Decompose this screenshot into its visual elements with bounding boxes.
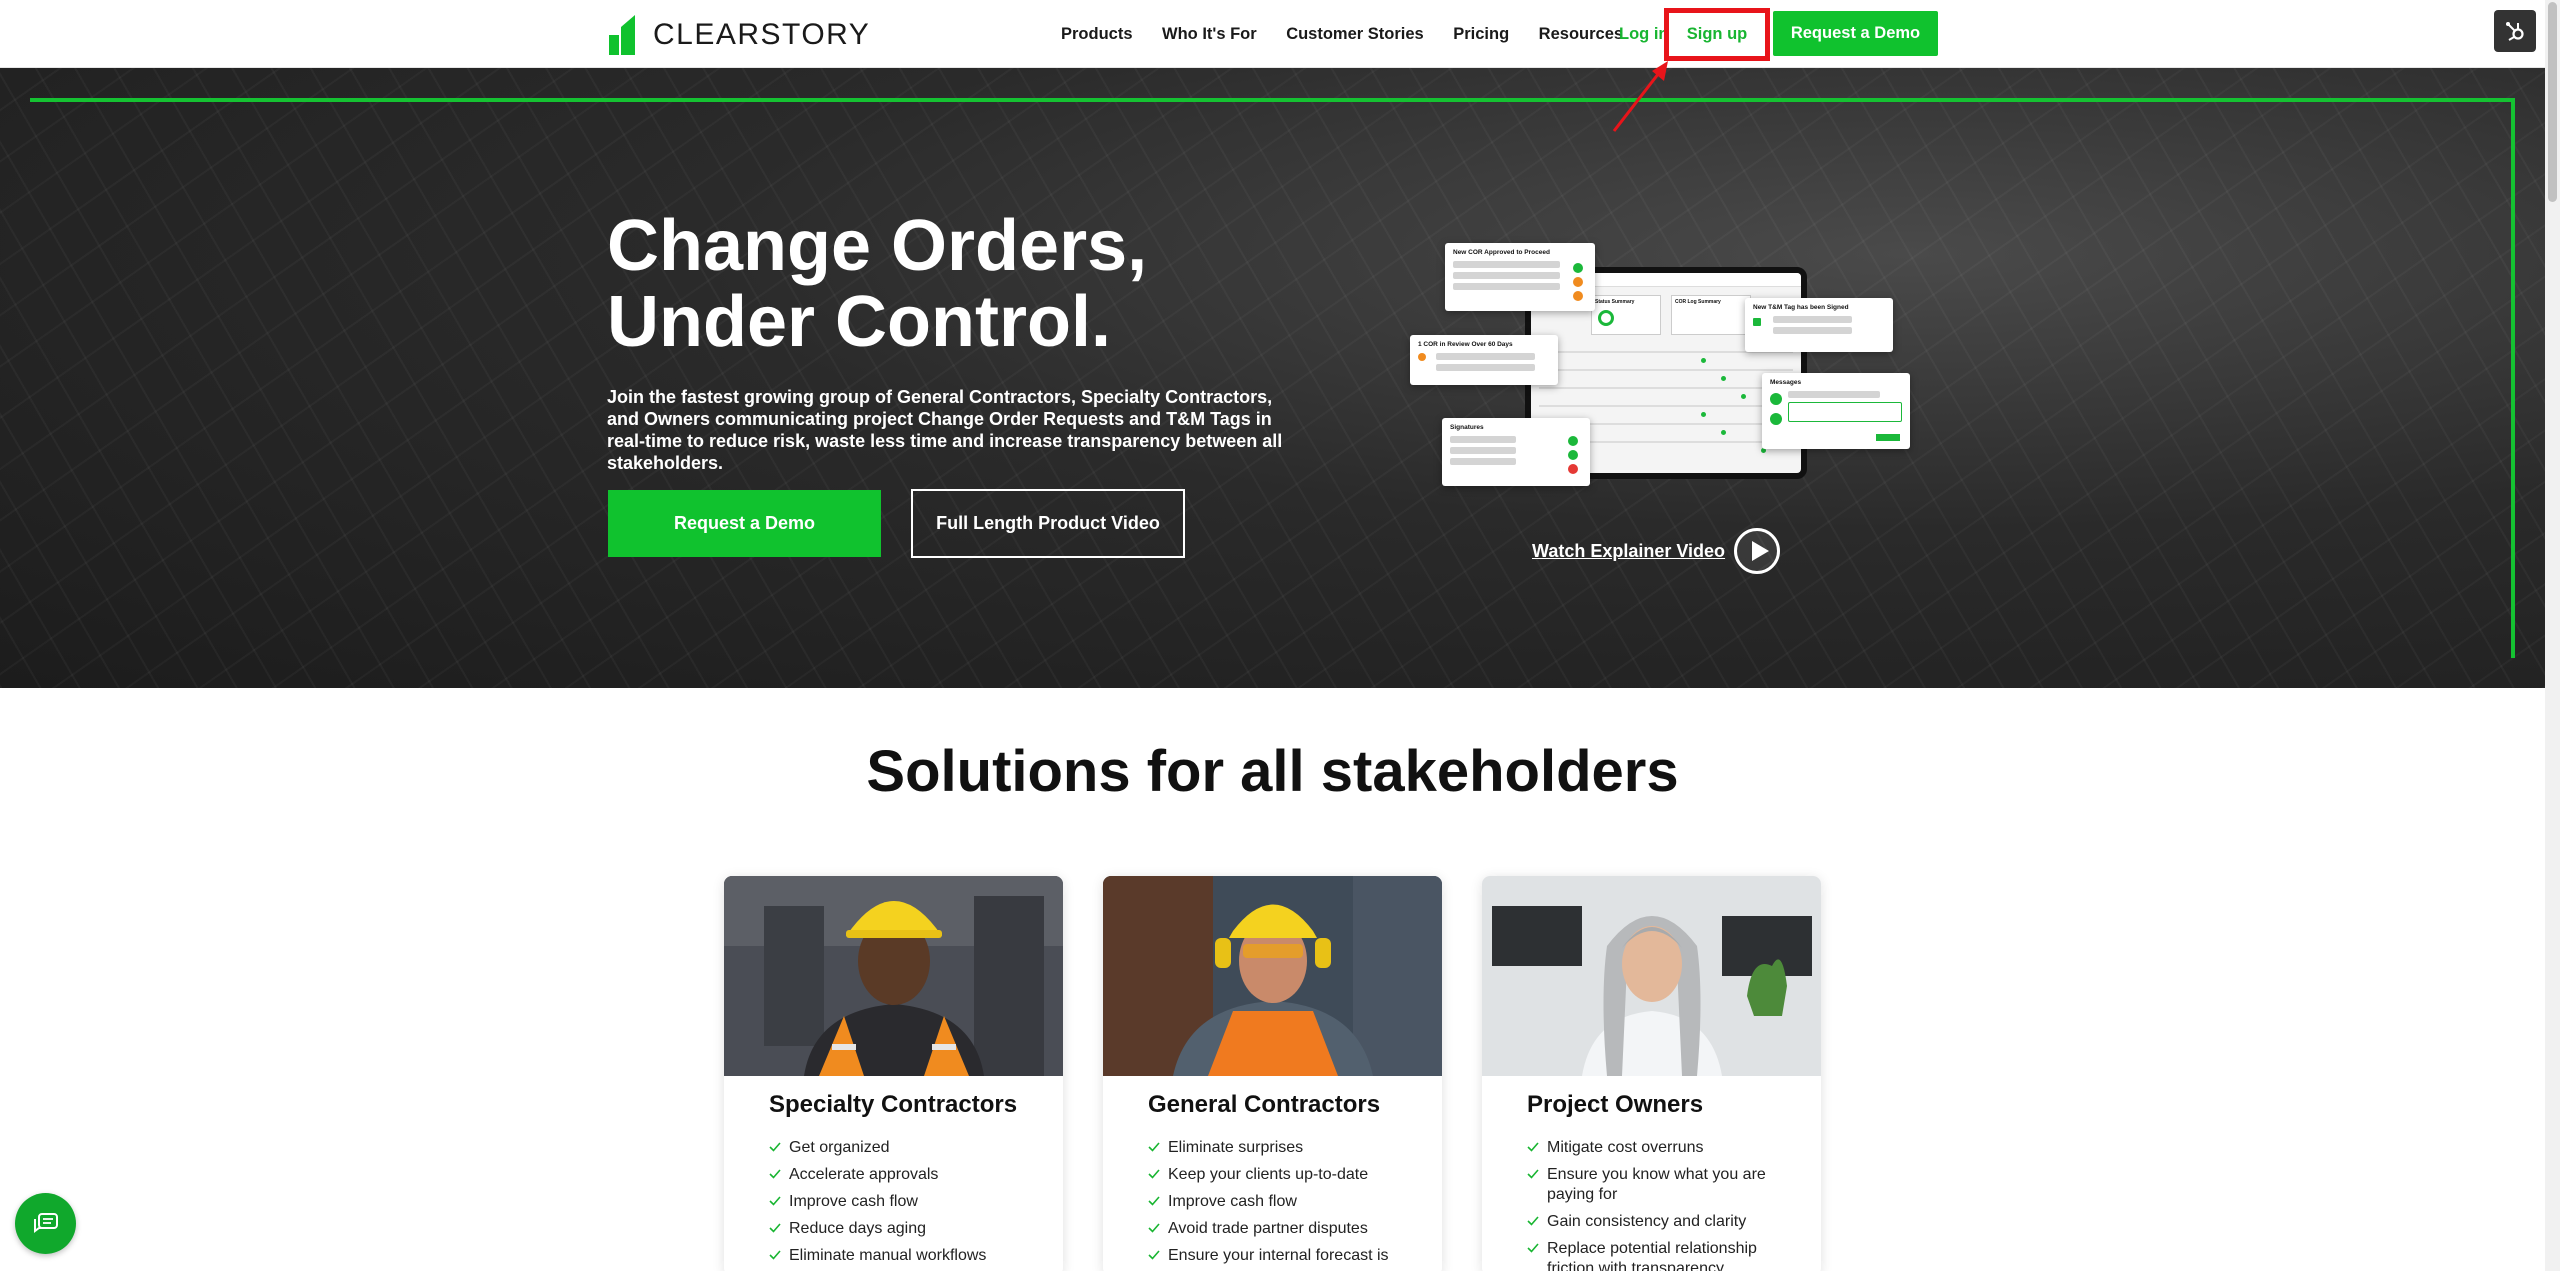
solution-card-specialty-contractors[interactable]: Specialty Contractors Get organized Acce… xyxy=(724,876,1063,1271)
list-item: Improve cash flow xyxy=(1148,1192,1418,1212)
check-icon xyxy=(769,1169,781,1179)
hero-request-demo-button[interactable]: Request a Demo xyxy=(608,490,881,557)
general-contractor-photo xyxy=(1103,876,1442,1076)
list-item: Accelerate approvals xyxy=(769,1165,1039,1185)
check-icon xyxy=(1527,1169,1539,1179)
list-item: Get organized xyxy=(769,1138,1039,1158)
check-icon xyxy=(1527,1142,1539,1152)
site-header: CLEARSTORY Products Who It's For Custome… xyxy=(0,0,2545,68)
hero-title-line-1: Change Orders, xyxy=(607,206,1148,286)
solution-card-general-contractors[interactable]: General Contractors Eliminate surprises … xyxy=(1103,876,1442,1271)
check-icon xyxy=(769,1142,781,1152)
nav-products[interactable]: Products xyxy=(1061,25,1133,44)
check-icon xyxy=(1527,1216,1539,1226)
mockup-card-cor-approved: New COR Approved to Proceed xyxy=(1445,243,1595,311)
nav-who-its-for[interactable]: Who It's For xyxy=(1162,25,1257,44)
check-icon xyxy=(1148,1196,1160,1206)
clearstory-logo[interactable]: CLEARSTORY xyxy=(607,14,870,56)
list-item: Ensure you know what you are paying for xyxy=(1527,1165,1797,1205)
page-scrollbar[interactable] xyxy=(2545,0,2560,1271)
chat-widget-button[interactable] xyxy=(15,1193,76,1254)
hero-title-line-2: Under Control. xyxy=(607,282,1111,362)
nav-customer-stories[interactable]: Customer Stories xyxy=(1286,25,1424,44)
mockup-card-tm-tag: New T&M Tag has been Signed xyxy=(1745,298,1893,352)
nav-resources[interactable]: Resources xyxy=(1539,25,1623,44)
card-title: Specialty Contractors xyxy=(769,1091,1018,1118)
benefit-list: Get organized Accelerate approvals Impro… xyxy=(769,1138,1039,1271)
signup-label: Sign up xyxy=(1686,25,1748,43)
project-owner-photo xyxy=(1482,876,1821,1076)
mockup-card-signatures: Signatures xyxy=(1442,418,1590,486)
nav-pricing[interactable]: Pricing xyxy=(1453,25,1509,44)
check-icon xyxy=(769,1223,781,1233)
hero-section: Change Orders, Under Control. Join the f… xyxy=(0,68,2545,688)
list-item: Mitigate cost overruns xyxy=(1527,1138,1797,1158)
list-item: Ensure your internal forecast is xyxy=(1148,1246,1418,1266)
check-icon xyxy=(769,1196,781,1206)
product-mockup-image: Status Summary COR Log Summary New COR A… xyxy=(1405,243,1910,493)
signup-link[interactable]: Sign up xyxy=(1664,8,1770,61)
hubspot-icon xyxy=(2506,22,2524,41)
logo-text: CLEARSTORY xyxy=(653,18,871,51)
list-item: Improve cash flow xyxy=(769,1192,1039,1212)
check-icon xyxy=(769,1250,781,1260)
list-item: Eliminate surprises xyxy=(1148,1138,1418,1158)
main-nav: Products Who It's For Customer Stories P… xyxy=(1061,0,1653,68)
hero-description: Join the fastest growing group of Genera… xyxy=(607,387,1283,473)
card-title: Project Owners xyxy=(1527,1091,1704,1118)
watch-explainer-video-link[interactable]: Watch Explainer Video xyxy=(1532,541,1725,562)
benefit-list: Eliminate surprises Keep your clients up… xyxy=(1148,1138,1418,1271)
list-item: Keep your clients up-to-date xyxy=(1148,1165,1418,1185)
mockup-card-messages: Messages xyxy=(1762,373,1910,449)
header-request-demo-button[interactable]: Request a Demo xyxy=(1773,11,1938,56)
solution-card-project-owners[interactable]: Project Owners Mitigate cost overruns En… xyxy=(1482,876,1821,1271)
check-icon xyxy=(1148,1250,1160,1260)
chat-icon xyxy=(33,1212,58,1233)
specialty-contractor-photo xyxy=(724,876,1063,1076)
benefit-list: Mitigate cost overruns Ensure you know w… xyxy=(1527,1138,1797,1271)
scrollbar-thumb[interactable] xyxy=(2548,2,2557,202)
list-item: Gain consistency and clarity xyxy=(1527,1212,1797,1232)
hubspot-tools-button[interactable] xyxy=(2494,10,2536,52)
login-link[interactable]: Log in xyxy=(1619,25,1668,44)
list-item: Eliminate manual workflows xyxy=(769,1246,1039,1266)
mockup-card-cor-review: 1 COR in Review Over 60 Days xyxy=(1410,335,1558,385)
product-video-button[interactable]: Full Length Product Video xyxy=(911,489,1185,558)
mockup-status-summary: Status Summary xyxy=(1595,299,1635,305)
check-icon xyxy=(1527,1243,1539,1253)
hero-green-frame xyxy=(30,98,2515,658)
solutions-heading: Solutions for all stakeholders xyxy=(866,739,1679,804)
check-icon xyxy=(1148,1142,1160,1152)
list-item: Reduce days aging xyxy=(769,1219,1039,1239)
list-item: Replace potential relationship friction … xyxy=(1527,1239,1797,1271)
check-icon xyxy=(1148,1223,1160,1233)
check-icon xyxy=(1148,1169,1160,1179)
logo-mark-icon xyxy=(609,15,635,55)
hero-title: Change Orders, Under Control. xyxy=(607,208,1147,360)
list-item: Avoid trade partner disputes xyxy=(1148,1219,1418,1239)
card-title: General Contractors xyxy=(1148,1091,1381,1118)
play-video-icon[interactable] xyxy=(1734,528,1780,574)
mockup-cor-log: COR Log Summary xyxy=(1675,299,1721,305)
